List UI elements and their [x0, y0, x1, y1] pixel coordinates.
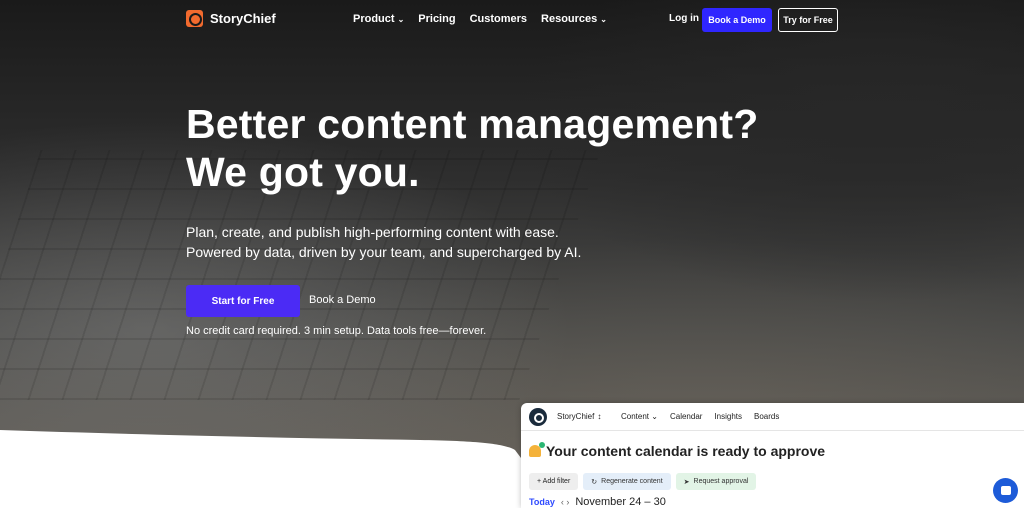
- refresh-icon: ↻: [591, 478, 598, 486]
- nav-pricing-label: Pricing: [418, 13, 456, 25]
- nav-resources-label: Resources: [541, 13, 598, 25]
- app-logo-icon: [529, 408, 547, 426]
- hero-note: No credit card required. 3 min setup. Da…: [186, 325, 487, 337]
- today-button[interactable]: Today: [529, 497, 555, 507]
- headline-line-2: We got you.: [186, 149, 420, 195]
- headline-line-1: Better content management?: [186, 101, 759, 147]
- app-nav-insights[interactable]: Insights: [714, 412, 742, 421]
- hero-subtext: Plan, create, and publish high-performin…: [186, 222, 581, 262]
- nav-product-label: Product: [353, 13, 395, 25]
- prev-next-arrows-icon[interactable]: ‹ ›: [561, 497, 570, 507]
- date-row: Today ‹ › November 24 – 30: [529, 496, 666, 508]
- nav-resources[interactable]: Resources ⌄: [541, 13, 607, 25]
- book-demo-button[interactable]: Book a Demo: [702, 8, 772, 32]
- logo[interactable]: StoryChief: [186, 10, 276, 27]
- app-topbar: StoryChief ↕ Content ⌄ Calendar Insights…: [521, 403, 1024, 431]
- chevron-down-icon: ⌄: [651, 412, 658, 421]
- app-title: Your content calendar is ready to approv…: [529, 442, 826, 459]
- updown-chevron-icon: ↕: [597, 412, 602, 421]
- try-free-button[interactable]: Try for Free: [778, 8, 838, 32]
- date-range: November 24 – 30: [575, 496, 666, 508]
- login-link[interactable]: Log in: [669, 13, 699, 24]
- nav-customers[interactable]: Customers: [470, 13, 527, 25]
- request-approval-label: Request approval: [693, 478, 749, 485]
- logo-text: StoryChief: [210, 11, 276, 26]
- workspace-name: StoryChief: [557, 412, 595, 421]
- nav-product[interactable]: Product ⌄: [353, 13, 404, 25]
- request-approval-button[interactable]: ➤ Request approval: [675, 473, 757, 490]
- app-nav-content[interactable]: Content ⌄: [621, 412, 658, 421]
- add-filter-button[interactable]: + Add filter: [529, 473, 579, 490]
- chat-icon: [1000, 486, 1011, 495]
- app-preview: StoryChief ↕ Content ⌄ Calendar Insights…: [521, 403, 1024, 508]
- start-free-button[interactable]: Start for Free: [186, 285, 300, 317]
- hero-headline: Better content management? We got you.: [186, 100, 758, 196]
- top-nav: StoryChief Product ⌄ Pricing Customers R…: [0, 0, 1024, 40]
- app-title-text: Your content calendar is ready to approv…: [546, 443, 826, 459]
- subtext-line-2: Powered by data, driven by your team, an…: [186, 244, 582, 260]
- subtext-line-1: Plan, create, and publish high-performin…: [186, 224, 559, 240]
- app-nav-calendar[interactable]: Calendar: [670, 412, 702, 421]
- regenerate-content-button[interactable]: ↻ Regenerate content: [583, 473, 671, 490]
- action-chips: + Add filter ↻ Regenerate content ➤ Requ…: [529, 473, 757, 490]
- workspace-switcher[interactable]: StoryChief ↕: [557, 412, 601, 421]
- nav-links: Product ⌄ Pricing Customers Resources ⌄: [353, 13, 607, 25]
- send-icon: ➤: [683, 478, 690, 486]
- chat-launcher[interactable]: [993, 478, 1018, 503]
- bell-icon: [529, 442, 545, 457]
- storychief-logo-icon: [186, 10, 203, 27]
- app-nav: Content ⌄ Calendar Insights Boards: [621, 412, 779, 421]
- chevron-down-icon: ⌄: [397, 14, 405, 24]
- app-nav-content-label: Content: [621, 412, 650, 421]
- nav-customers-label: Customers: [469, 13, 528, 25]
- regenerate-label: Regenerate content: [601, 478, 663, 485]
- app-nav-boards[interactable]: Boards: [754, 412, 779, 421]
- nav-pricing[interactable]: Pricing: [418, 13, 455, 25]
- book-demo-link[interactable]: Book a Demo: [309, 294, 376, 306]
- chevron-down-icon: ⌄: [600, 14, 607, 24]
